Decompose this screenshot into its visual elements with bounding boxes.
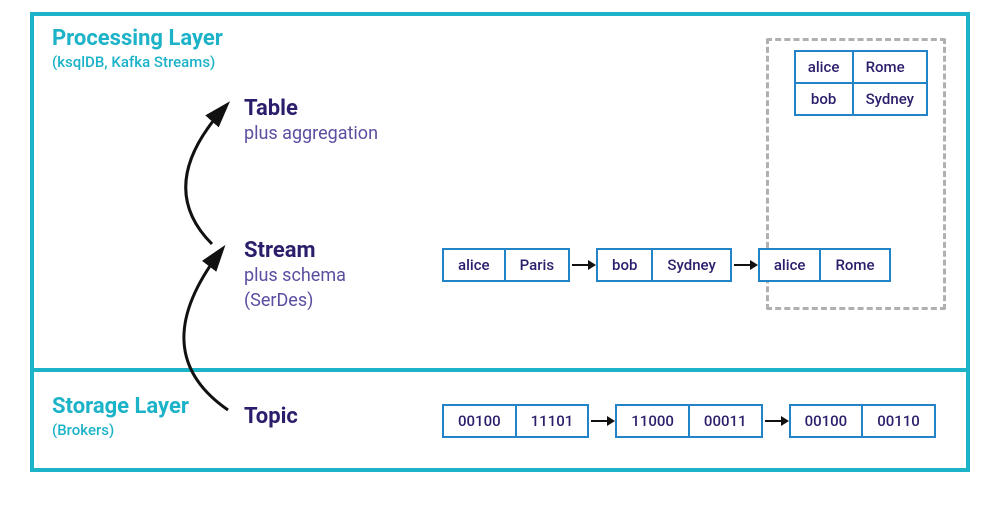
record-key: alice xyxy=(760,250,820,280)
record-key: 00100 xyxy=(791,406,862,436)
table-row: alice Rome xyxy=(796,52,926,82)
topic-record: 11000 00011 xyxy=(615,404,762,438)
topic-record: 00100 00110 xyxy=(789,404,936,438)
record-key: bob xyxy=(598,250,651,280)
stream-concept: Stream plus schema (SerDes) xyxy=(244,238,346,313)
topic-record: 00100 11101 xyxy=(442,404,589,438)
arrow-right-icon xyxy=(732,255,758,275)
record-val: Paris xyxy=(504,250,568,280)
record-val: 00011 xyxy=(688,406,761,436)
arrow-right-icon xyxy=(589,411,615,431)
record-key: 00100 xyxy=(444,406,515,436)
stream-record: bob Sydney xyxy=(596,248,732,282)
record-key: 11000 xyxy=(617,406,688,436)
topic-title: Topic xyxy=(244,404,298,429)
table-title: Table xyxy=(244,96,378,121)
diagram-container: Processing Layer (ksqlDB, Kafka Streams)… xyxy=(30,12,970,502)
layer-title-text: Processing Layer xyxy=(52,26,223,51)
processing-layer-title: Processing Layer (ksqlDB, Kafka Streams) xyxy=(52,26,223,71)
record-val: Rome xyxy=(819,250,888,280)
record-val: 11101 xyxy=(515,406,588,436)
table-cell-val: Sydney xyxy=(852,84,926,114)
stream-subtitle-1: plus schema xyxy=(244,263,346,288)
arrow-topic-to-stream-icon xyxy=(150,242,250,422)
table-subtitle: plus aggregation xyxy=(244,121,378,146)
stream-records-row: alice Paris bob Sydney alice Rome xyxy=(442,248,891,282)
stream-title: Stream xyxy=(244,238,346,263)
table-row: bob Sydney xyxy=(796,82,926,114)
arrow-right-icon xyxy=(763,411,789,431)
table-result: alice Rome bob Sydney xyxy=(794,50,928,116)
storage-layer-subtitle: (Brokers) xyxy=(52,421,189,439)
arrow-right-icon xyxy=(570,255,596,275)
arrow-stream-to-table-icon xyxy=(154,96,254,256)
topic-concept: Topic xyxy=(244,404,298,429)
processing-layer-subtitle: (ksqlDB, Kafka Streams) xyxy=(52,53,223,71)
table-concept: Table plus aggregation xyxy=(244,96,378,146)
stream-record: alice Rome xyxy=(758,248,891,282)
record-key: alice xyxy=(444,250,504,280)
table-cell-key: bob xyxy=(796,84,852,114)
table-cell-val: Rome xyxy=(852,52,917,82)
record-val: 00110 xyxy=(861,406,934,436)
stream-subtitle-2: (SerDes) xyxy=(244,288,346,313)
topic-records-row: 00100 11101 11000 00011 00100 00110 xyxy=(442,404,936,438)
table-grid: alice Rome bob Sydney xyxy=(794,50,928,116)
record-val: Sydney xyxy=(651,250,729,280)
stream-record: alice Paris xyxy=(442,248,570,282)
table-cell-key: alice xyxy=(796,52,852,82)
